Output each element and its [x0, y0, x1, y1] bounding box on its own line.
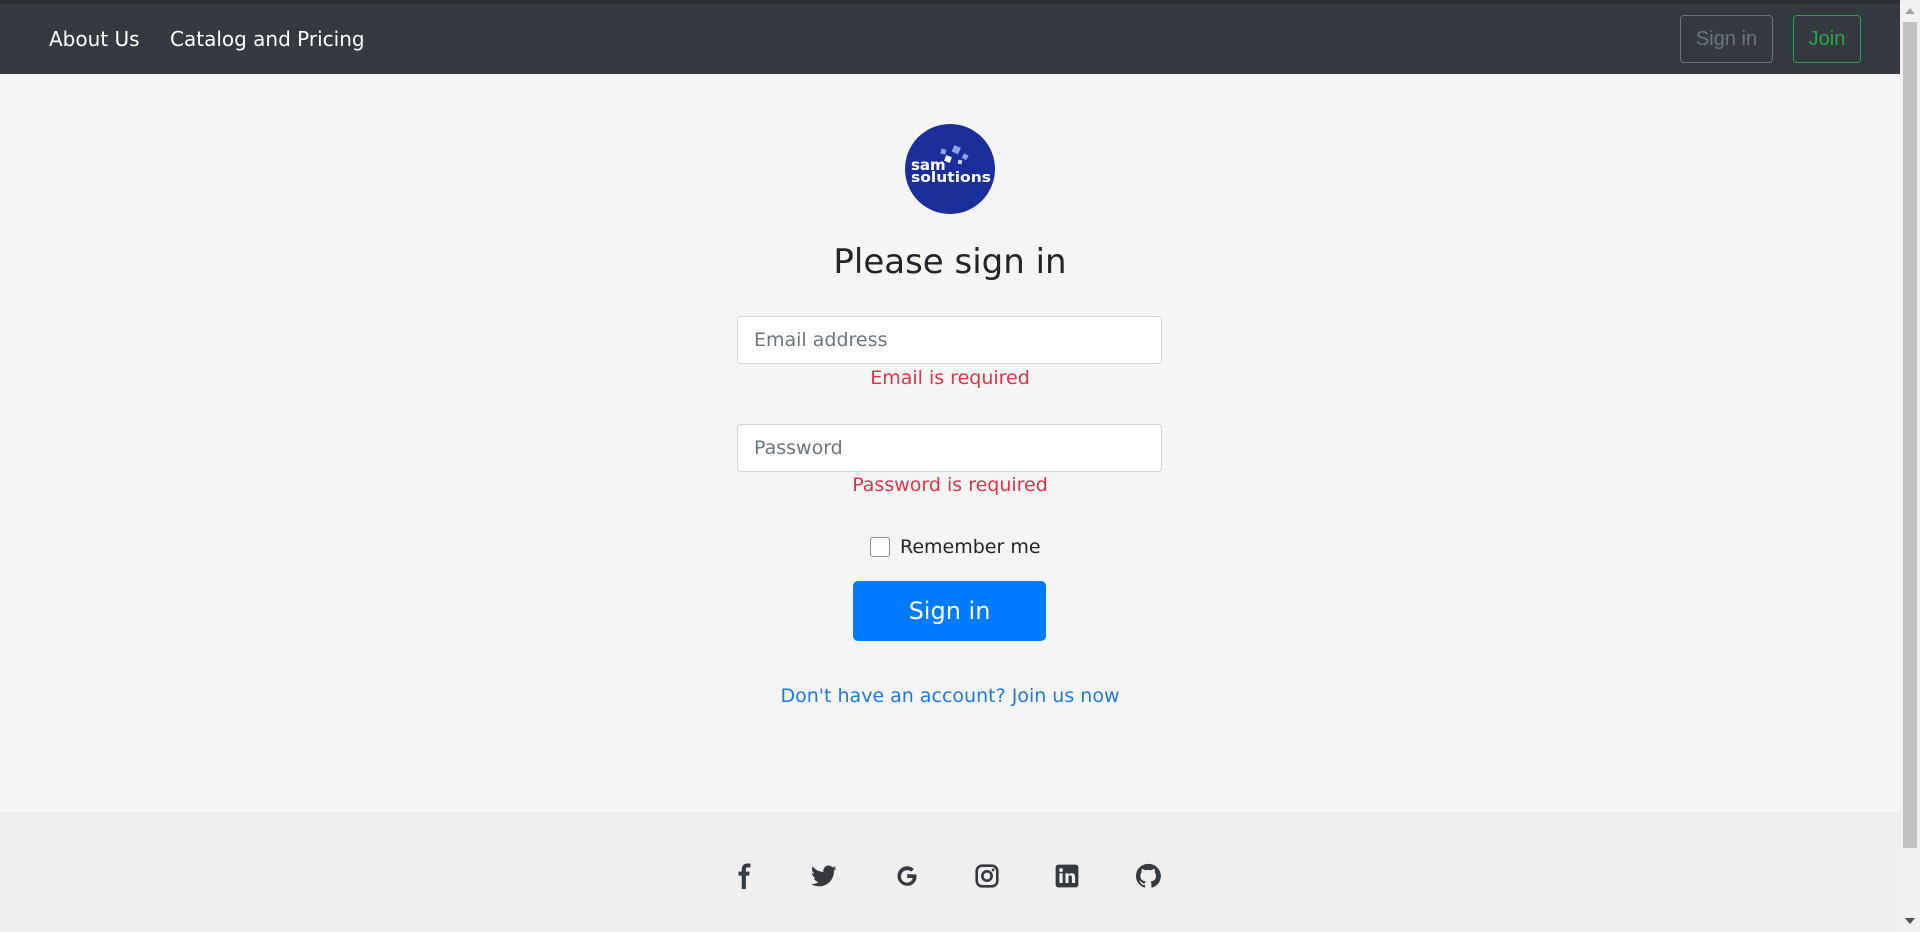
logo-graphic: sam solutions [911, 145, 991, 186]
sign-in-button[interactable]: Sign in [853, 581, 1046, 641]
nav-join-button[interactable]: Join [1793, 15, 1861, 63]
join-us-link[interactable]: Don't have an account? Join us now [700, 685, 1200, 707]
google-icon[interactable] [893, 862, 921, 890]
footer [0, 812, 1900, 932]
nav-sign-in-button[interactable]: Sign in [1680, 15, 1773, 63]
password-input[interactable] [737, 424, 1162, 472]
remember-me[interactable]: Remember me [870, 534, 1041, 560]
page-title: Please sign in [833, 242, 1067, 282]
scrollbar-thumb[interactable] [1903, 22, 1917, 848]
scroll-up-arrow-icon[interactable] [1905, 8, 1915, 14]
email-error-message: Email is required [870, 367, 1030, 389]
scroll-down-arrow-icon[interactable] [1905, 918, 1915, 924]
twitter-icon[interactable] [810, 862, 838, 890]
navbar: About Us Catalog and Pricing Sign in Joi… [0, 4, 1900, 74]
instagram-icon[interactable] [973, 862, 1001, 890]
github-icon[interactable] [1134, 862, 1162, 890]
page-scrollbar[interactable] [1900, 0, 1920, 932]
remember-me-label: Remember me [900, 536, 1041, 558]
linkedin-icon[interactable] [1053, 862, 1081, 890]
email-input[interactable] [737, 316, 1162, 364]
nav-catalog-and-pricing[interactable]: Catalog and Pricing [170, 4, 365, 74]
facebook-icon[interactable] [731, 862, 759, 890]
password-error-message: Password is required [852, 474, 1048, 496]
sam-solutions-logo: sam solutions [905, 124, 995, 214]
nav-about-us[interactable]: About Us [49, 4, 140, 74]
logo-line2: solutions [911, 170, 991, 186]
remember-me-checkbox[interactable] [870, 537, 890, 557]
